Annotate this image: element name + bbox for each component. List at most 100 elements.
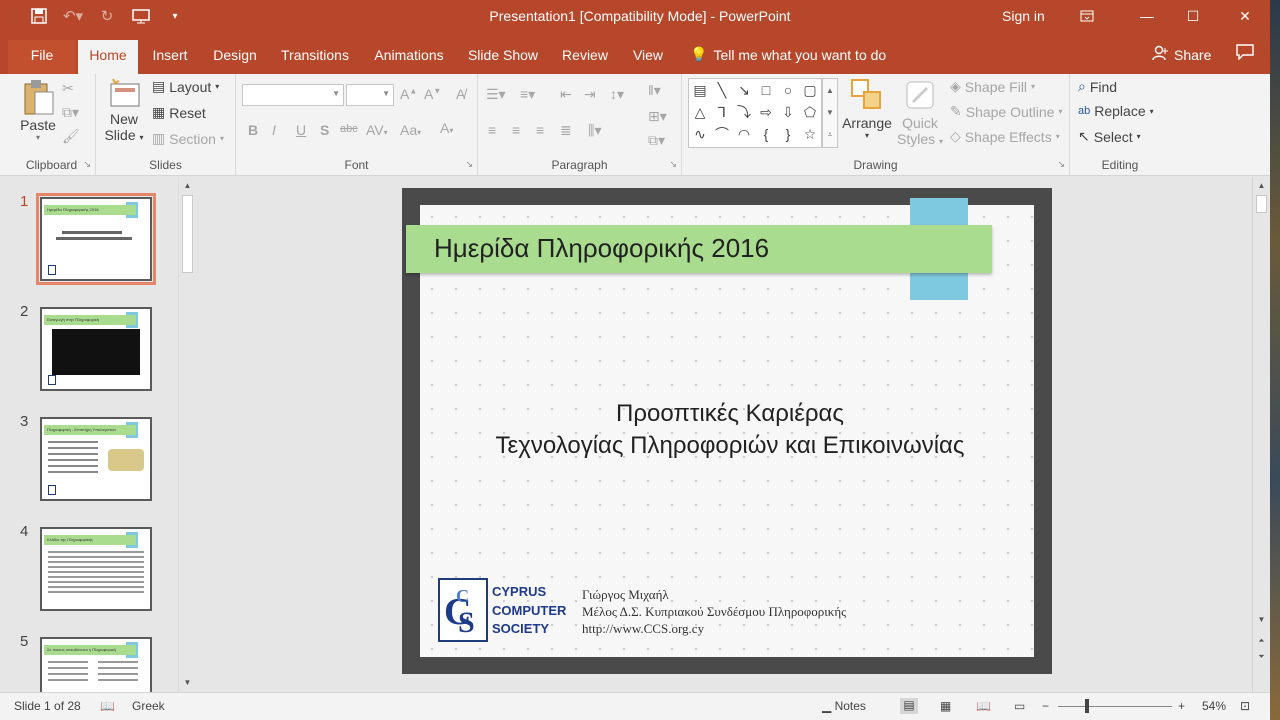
numbering-icon[interactable]: ≡▾ [520,86,535,103]
smartart-icon[interactable]: ⧉▾ [648,132,665,149]
tab-slide-show[interactable]: Slide Show [462,40,544,74]
find-button[interactable]: ⌕ Find [1078,78,1117,95]
clear-formatting-icon[interactable]: A̸ [456,86,465,102]
normal-view-icon[interactable]: ▤ [900,698,918,714]
font-name-combo[interactable]: ▼ [242,84,344,106]
justify-icon[interactable]: ≣ [560,122,572,139]
clipboard-launcher-icon[interactable]: ↘ [83,159,91,170]
bullets-icon[interactable]: ☰▾ [486,86,506,103]
save-icon[interactable] [24,4,54,28]
triangle-shape-icon[interactable]: △ [695,104,706,121]
font-size-combo[interactable]: ▼ [346,84,394,106]
format-painter-icon[interactable]: 🖌 [62,128,80,145]
left-brace-icon[interactable]: { [764,126,769,142]
line-spacing-icon[interactable]: ↕▾ [610,86,624,103]
slide-subtitle-line-2[interactable]: Τεχνολογίας Πληροφοριών και Επικοινωνίας [424,432,1036,460]
drawing-launcher-icon[interactable]: ↘ [1057,159,1065,170]
curve-shape-icon[interactable]: ⌒ [715,124,729,144]
tab-review[interactable]: Review [556,40,614,74]
line-shape-icon[interactable]: ╲ [718,82,726,99]
slide-thumbnail-2[interactable]: Εισαγωγή στην Πληροφορική [40,307,152,391]
select-button[interactable]: ↖ Select ▾ [1078,128,1141,145]
slide-thumbnail-4[interactable]: Κλάδοι της Πληροφορικής [40,527,152,611]
scroll-down-icon[interactable]: ▼ [179,674,196,690]
maximize-icon[interactable]: ☐ [1170,0,1216,32]
slide-subtitle-line-1[interactable]: Προοπτικές Καριέρας [440,400,1020,428]
text-shadow-icon[interactable]: S [320,122,329,138]
shapes-gallery-scroll[interactable]: ▲ ▼ ⩡ [822,78,838,148]
gallery-up-icon[interactable]: ▲ [826,86,834,95]
change-case-icon[interactable]: Aa▾ [400,122,421,138]
down-arrow-shape-icon[interactable]: ⇩ [782,104,794,121]
next-slide-icon[interactable]: ⏷ [1253,649,1270,665]
tab-transitions[interactable]: Transitions [276,40,354,74]
align-left-icon[interactable]: ≡ [488,122,496,138]
cut-icon[interactable]: ✂ [62,80,74,97]
slide-sorter-icon[interactable]: ▦ [940,699,951,713]
decrease-font-icon[interactable]: A▼ [424,86,441,102]
thumbnail-scroll-thumb[interactable] [182,195,193,273]
font-launcher-icon[interactable]: ↘ [465,159,473,170]
columns-icon[interactable]: ⫼▾ [588,122,601,139]
zoom-slider[interactable] [1058,706,1172,707]
shape-fill-button[interactable]: ◈ Shape Fill ▾ [950,78,1035,95]
ribbon-display-options-icon[interactable] [1064,0,1110,32]
fit-to-window-icon[interactable]: ⊡ [1240,699,1250,713]
layout-button[interactable]: ▤ Layout ▾ [152,78,219,95]
callout-shape-icon[interactable]: ⬠ [804,104,816,121]
right-brace-icon[interactable]: } [786,126,791,142]
shape-outline-button[interactable]: ✎ Shape Outline ▾ [950,103,1062,120]
minimize-icon[interactable]: — [1124,0,1170,32]
underline-icon[interactable]: U [296,122,306,138]
star-shape-icon[interactable]: ☆ [804,126,817,143]
decrease-indent-icon[interactable]: ⇤ [560,86,572,103]
previous-slide-icon[interactable]: ⏶ [1253,633,1270,649]
oval-shape-icon[interactable]: ○ [784,82,792,98]
slide-title[interactable]: Ημερίδα Πληροφορικής 2016 [434,233,769,264]
notes-button[interactable]: ▁ Notes [822,699,866,713]
paste-button[interactable]: Paste ▾ [14,78,62,142]
thumbnail-scrollbar[interactable]: ▲ ▼ [178,177,195,692]
undo-icon[interactable]: ↶▾ [58,4,88,28]
slide-thumbnail-3[interactable]: Πληροφορική - Επιστήμη Υπολογιστών [40,417,152,501]
arrange-button[interactable]: Arrange ▾ [842,78,892,140]
text-direction-icon[interactable]: ‖▾ [648,82,661,99]
character-spacing-icon[interactable]: AV▾ [366,122,388,138]
strikethrough-icon[interactable]: abc [340,123,358,135]
scroll-up-icon[interactable]: ▲ [179,177,196,193]
sign-in-link[interactable]: Sign in [1002,8,1045,24]
new-slide-button[interactable]: New Slide ▾ [102,78,146,143]
slide-scroll-thumb[interactable] [1256,195,1267,213]
zoom-slider-thumb[interactable] [1085,699,1089,713]
shape-effects-button[interactable]: ◇ Shape Effects ▾ [950,128,1060,145]
tab-animations[interactable]: Animations [366,40,452,74]
language-indicator[interactable]: Greek [132,699,165,713]
redo-icon[interactable]: ↻ [92,4,122,28]
tab-insert[interactable]: Insert [146,40,194,74]
share-button[interactable]: Share [1152,45,1211,64]
arc-shape-icon[interactable]: ◠ [738,126,750,143]
scroll-up-icon[interactable]: ▲ [1253,177,1270,193]
arrow-line-shape-icon[interactable]: ↘ [738,82,750,99]
rounded-rect-shape-icon[interactable]: ▢ [803,82,816,99]
quick-styles-button[interactable]: Quick Styles ▾ [896,78,944,147]
elbow-connector-icon[interactable]: ⅂ [718,104,726,121]
italic-icon[interactable]: I [272,122,276,138]
slide-scrollbar[interactable]: ▲ ▼ ⏶ ⏷ [1252,177,1270,692]
center-icon[interactable]: ≡ [512,122,520,138]
start-from-beginning-icon[interactable] [126,4,156,28]
comments-icon[interactable] [1236,44,1254,65]
bold-icon[interactable]: B [248,122,258,138]
align-text-icon[interactable]: ⊞▾ [648,108,667,125]
close-icon[interactable]: ✕ [1222,0,1268,32]
tell-me-box[interactable]: 💡 Tell me what you want to do [690,46,886,63]
section-button[interactable]: ▥ Section ▾ [152,130,224,147]
replace-button[interactable]: ab Replace ▾ [1078,103,1154,119]
align-right-icon[interactable]: ≡ [536,122,544,138]
gallery-more-icon[interactable]: ⩡ [828,130,833,140]
freeform-shape-icon[interactable]: ∿ [694,126,706,143]
tab-view[interactable]: View [626,40,670,74]
slide-show-icon[interactable]: ▭ [1014,699,1025,713]
zoom-in-icon[interactable]: + [1178,699,1185,713]
tab-home[interactable]: Home [78,40,138,74]
